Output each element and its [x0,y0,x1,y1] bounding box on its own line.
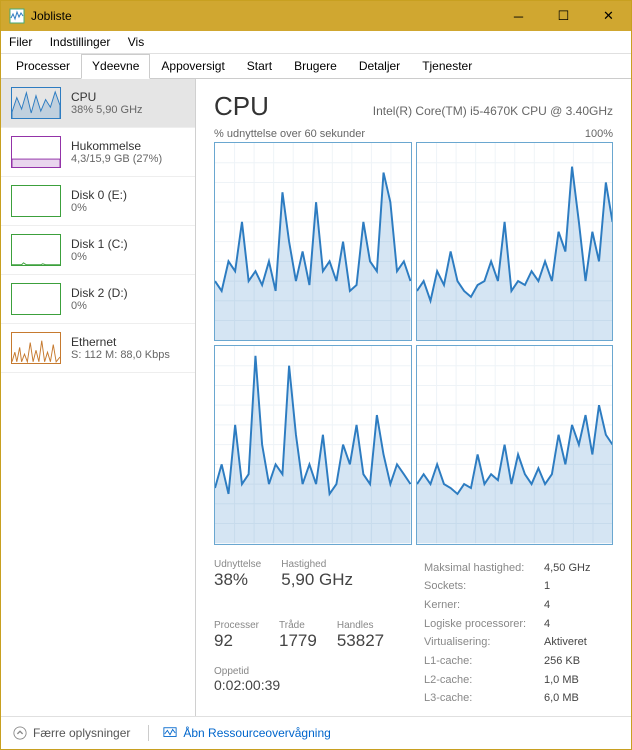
threads-value: 1779 [279,631,317,651]
sidebar-thumb [11,87,61,119]
sidebar-thumb [11,136,61,168]
app-icon [9,8,25,24]
chart-label-left: % udnyttelse over 60 sekunder [214,128,365,140]
sidebar-item-cpu[interactable]: CPU38% 5,90 GHz [1,79,195,128]
open-resmon-link[interactable]: Åbn Ressourceovervågning [163,726,330,740]
cpu-charts [214,142,613,545]
sidebar-item-hukommelse[interactable]: Hukommelse4,3/15,9 GB (27%) [1,128,195,177]
handles-value: 53827 [337,631,384,651]
stat-row: Logiske processorer:4 [424,615,590,634]
speed-label: Hastighed [281,559,353,570]
threads-label: Tråde [279,620,317,631]
sidebar-thumb [11,185,61,217]
uptime-value: 0:02:00:39 [214,677,404,693]
chevron-up-icon [13,726,27,740]
sidebar-thumb [11,332,61,364]
sidebar-item-disk-0-e-[interactable]: Disk 0 (E:)0% [1,177,195,226]
menu-file[interactable]: Filer [9,35,32,49]
menubar: Filer Indstillinger Vis [1,31,631,54]
sidebar-item-sub: 38% 5,90 GHz [71,104,143,116]
sidebar-thumb [11,283,61,315]
stat-row: Kerner:4 [424,596,590,615]
window-title: Jobliste [31,9,496,23]
proc-value: 92 [214,631,259,651]
proc-label: Processer [214,620,259,631]
stat-row: L2-cache:1,0 MB [424,671,590,690]
tab-appoversigt[interactable]: Appoversigt [150,54,235,78]
sidebar-thumb [11,234,61,266]
stat-row: Virtualisering:Aktiveret [424,633,590,652]
sidebar-item-name: Disk 0 (E:) [71,188,127,202]
task-manager-window: Jobliste ─ ☐ ✕ Filer Indstillinger Vis P… [0,0,632,750]
sidebar-item-name: Disk 1 (C:) [71,237,128,251]
minimize-button[interactable]: ─ [496,1,541,31]
monitor-icon [163,726,177,740]
tab-start[interactable]: Start [236,54,283,78]
sidebar-item-name: CPU [71,90,143,104]
sidebar-item-disk-1-c-[interactable]: Disk 1 (C:)0% [1,226,195,275]
menu-settings[interactable]: Indstillinger [50,35,111,49]
sidebar-item-sub: S: 112 M: 88,0 Kbps [71,349,170,361]
tab-brugere[interactable]: Brugere [283,54,348,78]
cpu-model: Intel(R) Core(TM) i5-4670K CPU @ 3.40GHz [373,104,613,118]
sidebar-item-sub: 0% [71,251,128,263]
stat-row: L3-cache:6,0 MB [424,689,590,708]
util-label: Udnyttelse [214,559,261,570]
page-title: CPU [214,91,269,122]
tab-processer[interactable]: Processer [5,54,81,78]
fewer-details-button[interactable]: Færre oplysninger [13,726,130,740]
cpu-core-3-chart [416,345,614,544]
footer: Færre oplysninger Åbn Ressourceovervågni… [1,716,631,749]
sidebar: CPU38% 5,90 GHzHukommelse4,3/15,9 GB (27… [1,79,196,716]
main-panel: CPU Intel(R) Core(TM) i5-4670K CPU @ 3.4… [196,79,631,716]
sidebar-item-sub: 0% [71,202,127,214]
sidebar-item-sub: 4,3/15,9 GB (27%) [71,153,162,165]
tabstrip: ProcesserYdeevneAppoversigtStartBrugereD… [1,54,631,79]
stat-row: Sockets:1 [424,577,590,596]
titlebar[interactable]: Jobliste ─ ☐ ✕ [1,1,631,31]
handles-label: Handles [337,620,384,631]
cpu-core-0-chart [214,142,412,341]
sidebar-item-name: Hukommelse [71,139,162,153]
tab-detaljer[interactable]: Detaljer [348,54,411,78]
sidebar-item-ethernet[interactable]: EthernetS: 112 M: 88,0 Kbps [1,324,195,373]
sidebar-item-name: Disk 2 (D:) [71,286,128,300]
cpu-core-1-chart [416,142,614,341]
uptime-label: Oppetid [214,666,404,677]
tab-ydeevne[interactable]: Ydeevne [81,54,150,79]
maximize-button[interactable]: ☐ [541,1,586,31]
menu-view[interactable]: Vis [128,35,144,49]
sidebar-item-sub: 0% [71,300,128,312]
stats-right: Maksimal hastighed:4,50 GHzSockets:1Kern… [424,559,590,709]
util-value: 38% [214,570,261,590]
chart-label-right: 100% [585,128,613,140]
close-button[interactable]: ✕ [586,1,631,31]
speed-value: 5,90 GHz [281,570,353,590]
tab-tjenester[interactable]: Tjenester [411,54,483,78]
stat-row: L1-cache:256 KB [424,652,590,671]
cpu-core-2-chart [214,345,412,544]
sidebar-item-name: Ethernet [71,335,170,349]
sidebar-item-disk-2-d-[interactable]: Disk 2 (D:)0% [1,275,195,324]
stat-row: Maksimal hastighed:4,50 GHz [424,559,590,578]
